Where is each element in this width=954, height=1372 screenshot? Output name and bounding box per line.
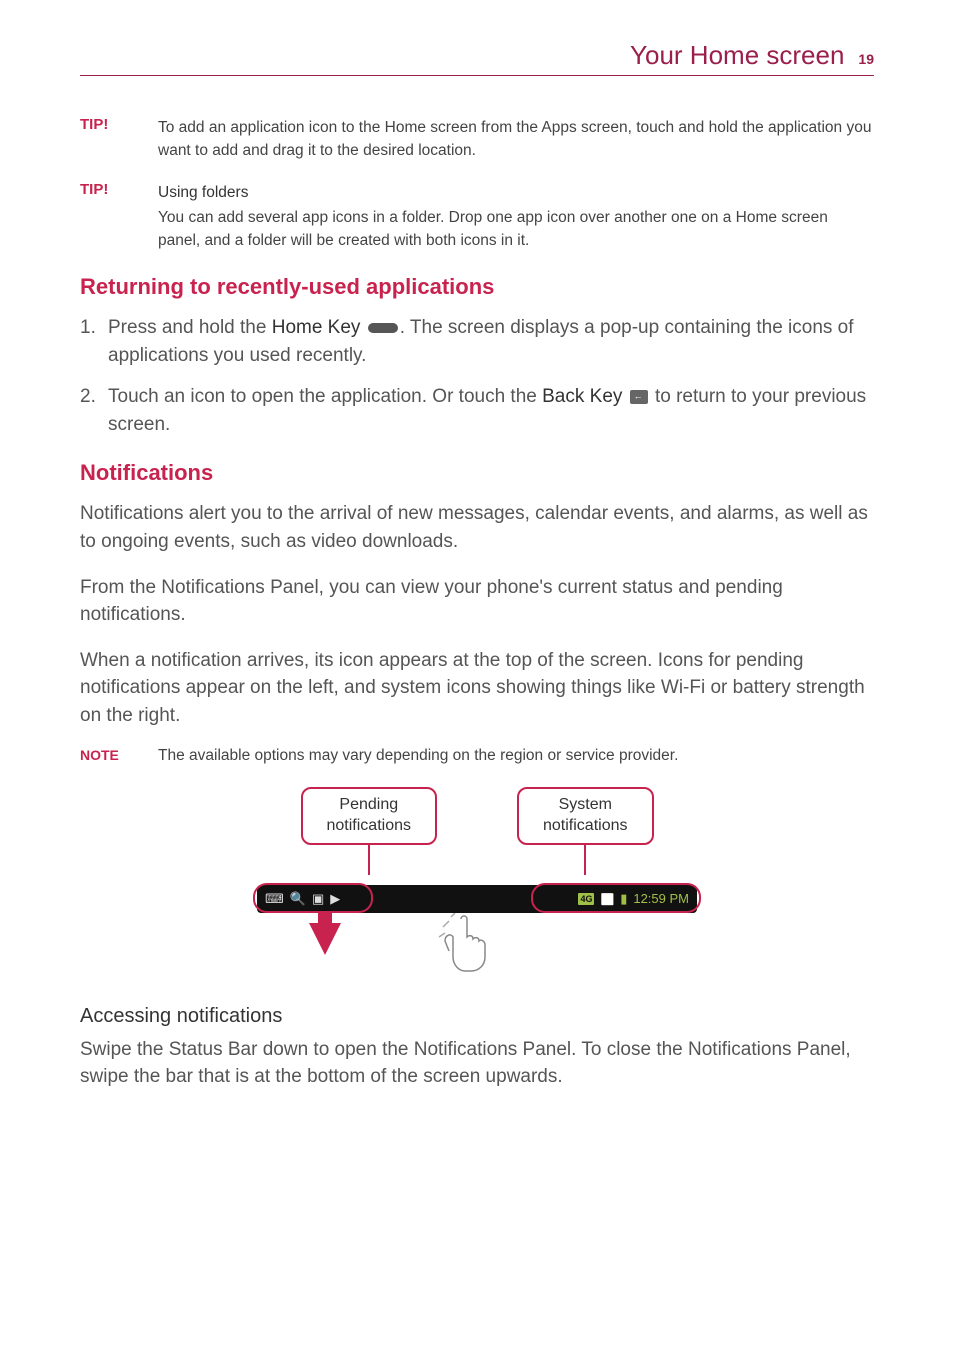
page-number: 19 — [858, 51, 874, 67]
section-heading-notifications: Notifications — [80, 460, 874, 486]
callout-line1: System — [543, 795, 628, 816]
tip-body-text: You can add several app icons in a folde… — [158, 209, 828, 249]
tip-block: TIP! To add an application icon to the H… — [80, 116, 874, 163]
paragraph: When a notification arrives, its icon ap… — [80, 647, 874, 730]
tip-text: To add an application icon to the Home s… — [158, 116, 874, 163]
note-text: The available options may vary depending… — [158, 747, 678, 765]
callout-connector — [584, 845, 586, 875]
hand-gesture-icon — [431, 907, 501, 977]
note-block: NOTE The available options may vary depe… — [80, 747, 874, 765]
callout-pending: Pending notifications — [301, 787, 438, 875]
text-run: Press and hold the — [108, 317, 272, 338]
gesture-row — [257, 913, 697, 977]
callout-line1: Pending — [327, 795, 412, 816]
step-text: Press and hold the Home Key . The screen… — [108, 314, 874, 369]
tip-label: TIP! — [80, 181, 120, 253]
step-number: 2. — [80, 383, 98, 438]
back-key-label: Back Key — [542, 386, 622, 407]
highlight-ring-left — [253, 883, 373, 913]
tip-label: TIP! — [80, 116, 120, 163]
highlight-ring-right — [531, 883, 701, 913]
step-number: 1. — [80, 314, 98, 369]
header-title: Your Home screen — [630, 40, 844, 71]
callout-connector — [368, 845, 370, 875]
status-bar-diagram: Pending notifications System notificatio… — [80, 787, 874, 977]
paragraph: From the Notifications Panel, you can vi… — [80, 574, 874, 629]
tip-text: Using folders You can add several app ic… — [158, 181, 874, 253]
callout-line2: notifications — [327, 816, 412, 837]
tip-subhead: Using folders — [158, 181, 874, 204]
page-header: Your Home screen 19 — [80, 40, 874, 76]
callout-box: System notifications — [517, 787, 654, 845]
tip-block: TIP! Using folders You can add several a… — [80, 181, 874, 253]
callout-system: System notifications — [517, 787, 654, 875]
step-text: Touch an icon to open the application. O… — [108, 383, 874, 438]
ordered-step: 2. Touch an icon to open the application… — [80, 383, 874, 438]
home-key-icon — [368, 323, 398, 333]
note-label: NOTE — [80, 747, 128, 765]
callout-box: Pending notifications — [301, 787, 438, 845]
section-heading-returning: Returning to recently-used applications — [80, 274, 874, 300]
signal-icon — [600, 891, 614, 906]
status-bar: ⌨ 🔍 ▣ ▶ 4G 12:59 PM — [257, 885, 697, 913]
home-key-label: Home Key — [272, 317, 361, 338]
callout-line2: notifications — [543, 816, 628, 837]
callout-row: Pending notifications System notificatio… — [301, 787, 654, 875]
ordered-step: 1. Press and hold the Home Key . The scr… — [80, 314, 874, 369]
document-page: Your Home screen 19 TIP! To add an appli… — [0, 0, 954, 1169]
back-key-icon — [630, 390, 648, 404]
subheading-accessing: Accessing notifications — [80, 1005, 874, 1028]
swipe-arrow — [309, 913, 341, 955]
paragraph: Swipe the Status Bar down to open the No… — [80, 1036, 874, 1091]
paragraph: Notifications alert you to the arrival o… — [80, 500, 874, 555]
text-run: Touch an icon to open the application. O… — [108, 386, 542, 407]
